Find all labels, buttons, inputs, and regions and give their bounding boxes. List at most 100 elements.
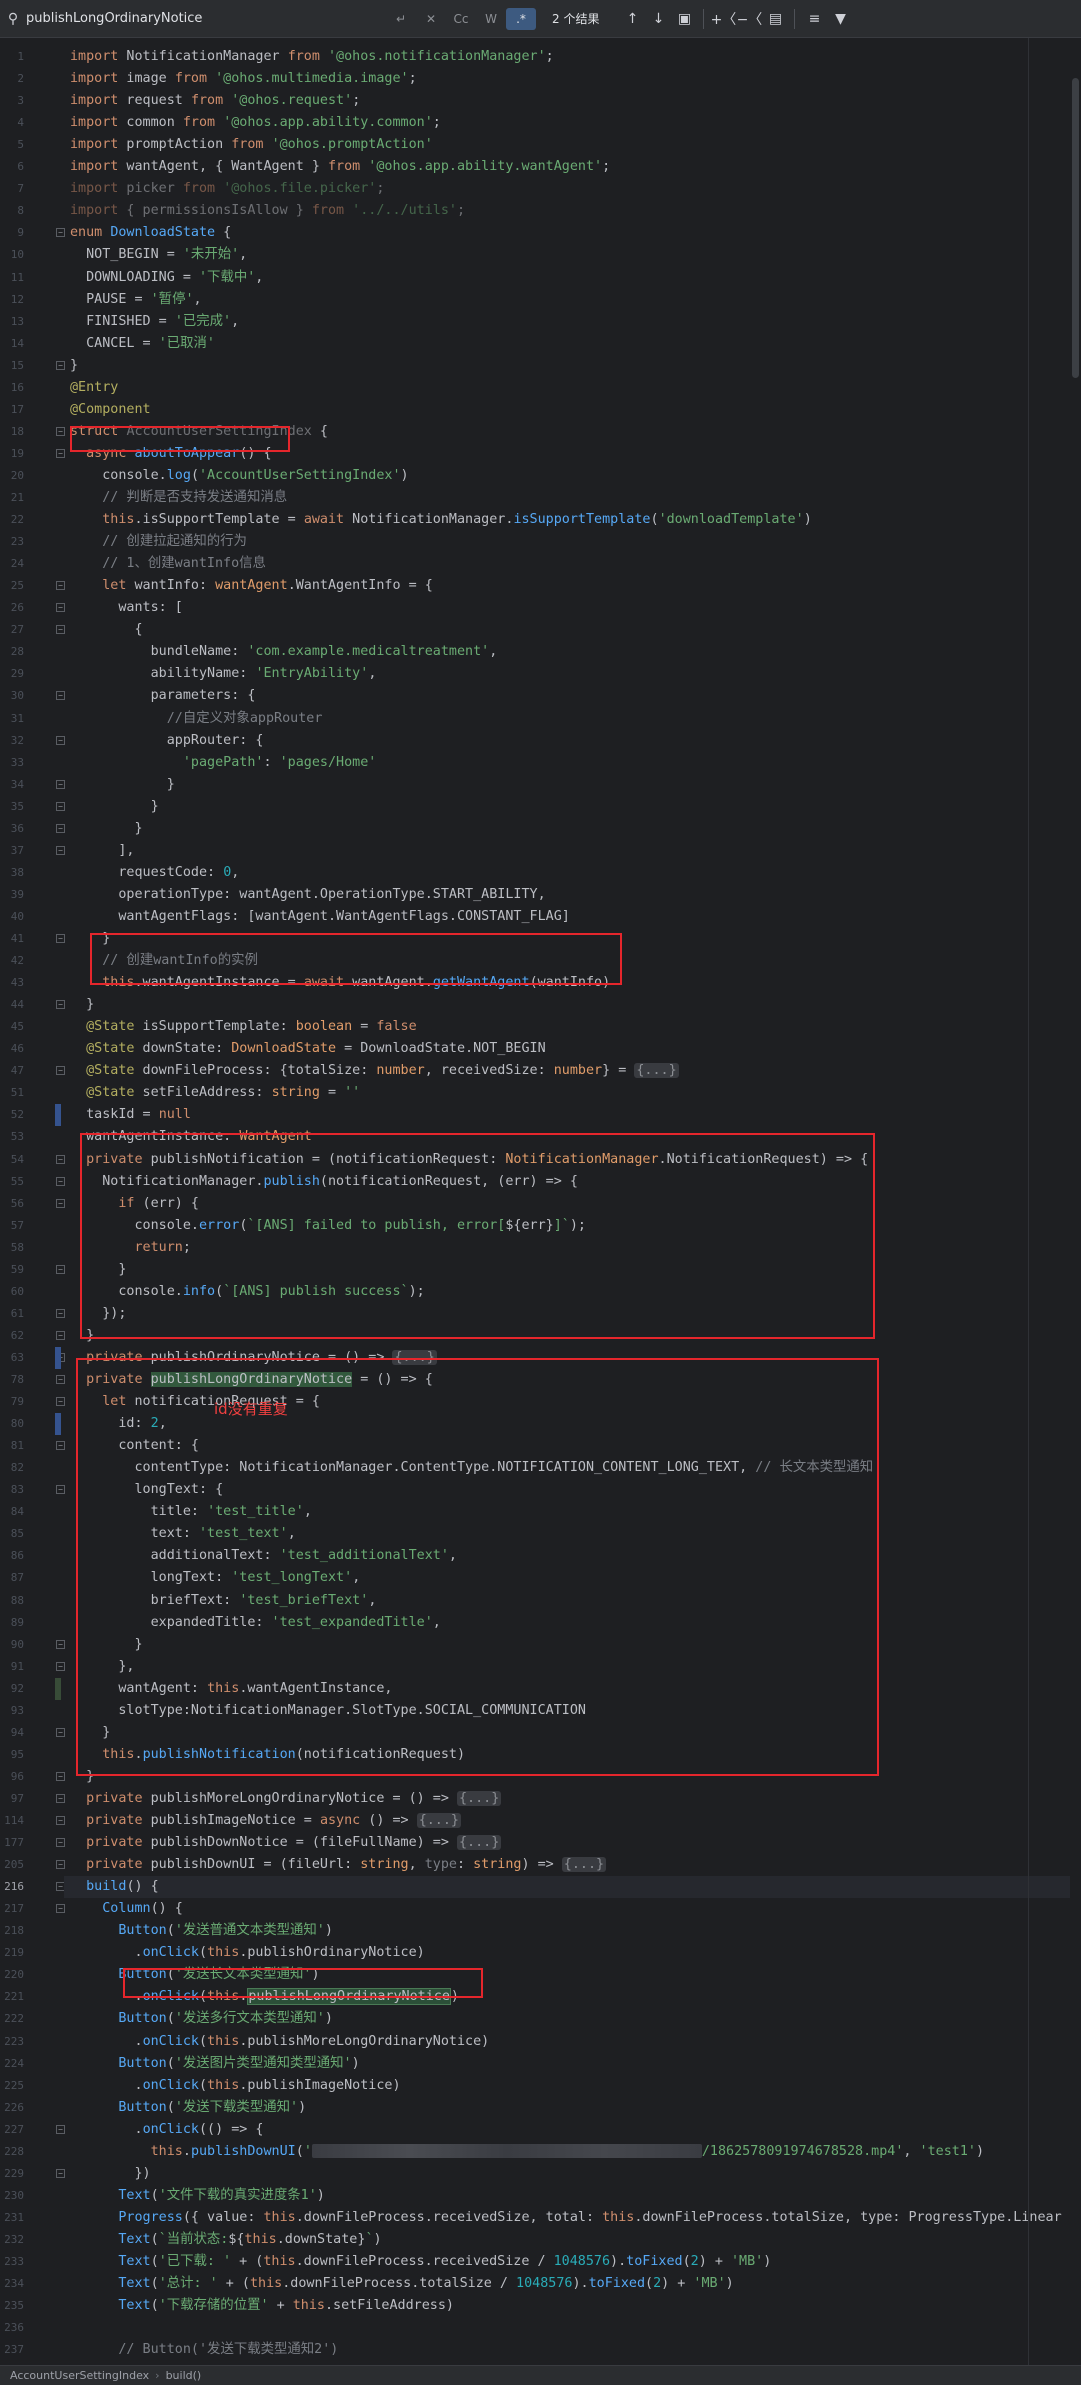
code-line[interactable]: import picker from '@ohos.file.picker';: [70, 178, 384, 200]
code-line[interactable]: wantAgentFlags: [wantAgent.WantAgentFlag…: [70, 906, 569, 928]
toolbar-divider: [703, 8, 705, 29]
code-line[interactable]: Button('发送下载类型通知'): [70, 2097, 306, 2119]
highlight-box-onclick: [123, 1968, 483, 1998]
code-line[interactable]: //自定义对象appRouter: [70, 708, 323, 730]
code-line[interactable]: bundleName: 'com.example.medicaltreatmen…: [70, 641, 498, 663]
toolbar-divider: [794, 8, 796, 29]
search-input[interactable]: publishLongOrdinaryNotice: [26, 11, 386, 26]
arrow-up-icon[interactable]: ↑: [619, 6, 645, 32]
code-line[interactable]: import wantAgent, { WantAgent } from '@o…: [70, 156, 610, 178]
code-line[interactable]: abilityName: 'EntryAbility',: [70, 663, 377, 685]
code-line[interactable]: this.publishDownUI('/1862578091974678528…: [70, 2141, 984, 2163]
match-case-toggle[interactable]: Cc: [446, 12, 476, 26]
code-line[interactable]: CANCEL = '已取消': [70, 333, 215, 355]
code-line[interactable]: @State setFileAddress: string = '': [70, 1082, 360, 1104]
search-bar: ⚲ publishLongOrdinaryNotice ↵ ✕ Cc W .* …: [0, 0, 1081, 38]
code-line[interactable]: .onClick(this.publishImageNotice): [70, 2075, 400, 2097]
highlight-box-publishlongordinarynotice: [76, 1358, 879, 1776]
arrow-down-icon[interactable]: ↓: [645, 6, 671, 32]
code-line[interactable]: }): [70, 2163, 150, 2185]
select-all-occurrences-icon[interactable]: ▤: [762, 6, 788, 32]
code-line[interactable]: Button('发送图片类型通知类型通知'): [70, 2053, 359, 2075]
code-line[interactable]: import image from '@ohos.multimedia.imag…: [70, 68, 417, 90]
code-line[interactable]: console.log('AccountUserSettingIndex'): [70, 465, 408, 487]
code-line[interactable]: appRouter: {: [70, 730, 264, 752]
code-line[interactable]: FINISHED = '已完成',: [70, 311, 239, 333]
code-line[interactable]: }: [70, 994, 94, 1016]
filter-icon[interactable]: ▼: [827, 6, 853, 32]
code-line[interactable]: ],: [70, 840, 134, 862]
code-line[interactable]: @State downFileProcess: {totalSize: numb…: [70, 1060, 679, 1082]
open-in-window-icon[interactable]: ▣: [671, 6, 697, 32]
code-line[interactable]: 'pagePath': 'pages/Home': [70, 752, 377, 774]
code-line[interactable]: import { permissionsIsAllow } from '../.…: [70, 200, 465, 222]
code-line[interactable]: @Component: [70, 399, 151, 421]
code-line[interactable]: @State downState: DownloadState = Downlo…: [70, 1038, 546, 1060]
code-line[interactable]: PAUSE = '暂停',: [70, 289, 201, 311]
code-line[interactable]: private publishImageNotice = async () =>…: [70, 1810, 461, 1832]
code-line[interactable]: private publishMoreLongOrdinaryNotice = …: [70, 1788, 502, 1810]
code-line[interactable]: .onClick(this.publishOrdinaryNotice): [70, 1942, 424, 1964]
scrollbar-thumb[interactable]: [1072, 78, 1079, 378]
code-line[interactable]: .onClick(this.publishMoreLongOrdinaryNot…: [70, 2031, 489, 2053]
code-line[interactable]: private publishDownNotice = (fileFullNam…: [70, 1832, 502, 1854]
code-line[interactable]: Button('发送多行文本类型通知'): [70, 2008, 333, 2030]
code-line[interactable]: }: [70, 355, 78, 377]
code-line[interactable]: Text('文件下载的真实进度条1'): [70, 2185, 324, 2207]
multiline-icon[interactable]: ≡: [801, 6, 827, 32]
breadcrumb-item[interactable]: build(): [166, 2369, 202, 2382]
code-line[interactable]: parameters: {: [70, 685, 256, 707]
annotation-note: id没有重复: [214, 1400, 288, 1418]
code-line[interactable]: // 1、创建wantInfo信息: [70, 553, 266, 575]
code-line[interactable]: import common from '@ohos.app.ability.co…: [70, 112, 441, 134]
code-line[interactable]: Progress({ value: this.downFileProcess.r…: [70, 2207, 1081, 2229]
code-line[interactable]: private publishDownUI = (fileUrl: string…: [70, 1854, 607, 1876]
code-line[interactable]: // 创建拉起通知的行为: [70, 531, 247, 553]
code-line[interactable]: this.isSupportTemplate = await Notificat…: [70, 509, 812, 531]
code-line[interactable]: // Button('发送下载类型通知2'): [70, 2339, 338, 2361]
code-line[interactable]: import NotificationManager from '@ohos.n…: [70, 46, 554, 68]
code-line[interactable]: {: [70, 619, 142, 641]
code-line[interactable]: import request from '@ohos.request';: [70, 90, 360, 112]
breadcrumb-separator: ›: [155, 2369, 160, 2382]
code-line[interactable]: NOT_BEGIN = '未开始',: [70, 244, 247, 266]
code-line[interactable]: Text('下载存储的位置' + this.setFileAddress): [70, 2295, 454, 2317]
code-line[interactable]: enum DownloadState {: [70, 222, 231, 244]
code-line[interactable]: operationType: wantAgent.OperationType.S…: [70, 884, 545, 906]
highlight-box-abouttoappear: [70, 426, 290, 452]
code-line[interactable]: Text('已下载: ' + (this.downFileProcess.rec…: [70, 2251, 771, 2273]
code-line[interactable]: let wantInfo: wantAgent.WantAgentInfo = …: [70, 575, 433, 597]
right-margin-guide: [1028, 38, 1029, 2365]
whole-word-toggle[interactable]: W: [476, 12, 506, 26]
remove-occurrence-icon[interactable]: −〈: [736, 6, 763, 32]
code-line[interactable]: @Entry: [70, 377, 118, 399]
regex-icon[interactable]: .*: [506, 7, 536, 30]
code-line[interactable]: }: [70, 818, 142, 840]
code-line[interactable]: DOWNLOADING = '下载中',: [70, 267, 263, 289]
newline-icon[interactable]: ↵: [386, 12, 416, 26]
code-line[interactable]: Button('发送普通文本类型通知'): [70, 1920, 333, 1942]
code-line[interactable]: }: [70, 774, 175, 796]
code-line[interactable]: // 判断是否支持发送通知消息: [70, 487, 287, 509]
vertical-scrollbar[interactable]: [1070, 38, 1081, 2365]
code-line[interactable]: import promptAction from '@ohos.promptAc…: [70, 134, 433, 156]
highlight-box-publishnotification: [80, 1133, 875, 1339]
code-line[interactable]: .onClick(() => {: [70, 2119, 263, 2141]
code-editor-window: ⚲ publishLongOrdinaryNotice ↵ ✕ Cc W .* …: [0, 0, 1081, 2385]
code-line[interactable]: build() {: [64, 1876, 1080, 1899]
code-line[interactable]: }: [70, 796, 159, 818]
code-line[interactable]: @State isSupportTemplate: boolean = fals…: [70, 1016, 417, 1038]
code-line[interactable]: wants: [: [70, 597, 183, 619]
breadcrumb: AccountUserSettingIndex › build(): [0, 2365, 1081, 2385]
code-line[interactable]: Text('总计: ' + (this.downFileProcess.tota…: [70, 2273, 733, 2295]
search-result-count: 2 个结果: [552, 12, 600, 26]
breadcrumb-item[interactable]: AccountUserSettingIndex: [10, 2369, 149, 2382]
highlight-box-getwantagent: [90, 933, 622, 985]
code-line[interactable]: requestCode: 0,: [70, 862, 239, 884]
add-occurrence-icon[interactable]: +〈: [710, 6, 737, 32]
clear-search-icon[interactable]: ✕: [416, 12, 446, 26]
search-icon[interactable]: ⚲: [0, 6, 26, 32]
code-line[interactable]: Text(`当前状态:${this.downState}`): [70, 2229, 381, 2251]
code-line[interactable]: Column() {: [70, 1898, 183, 1920]
code-line[interactable]: taskId = null: [70, 1104, 191, 1126]
